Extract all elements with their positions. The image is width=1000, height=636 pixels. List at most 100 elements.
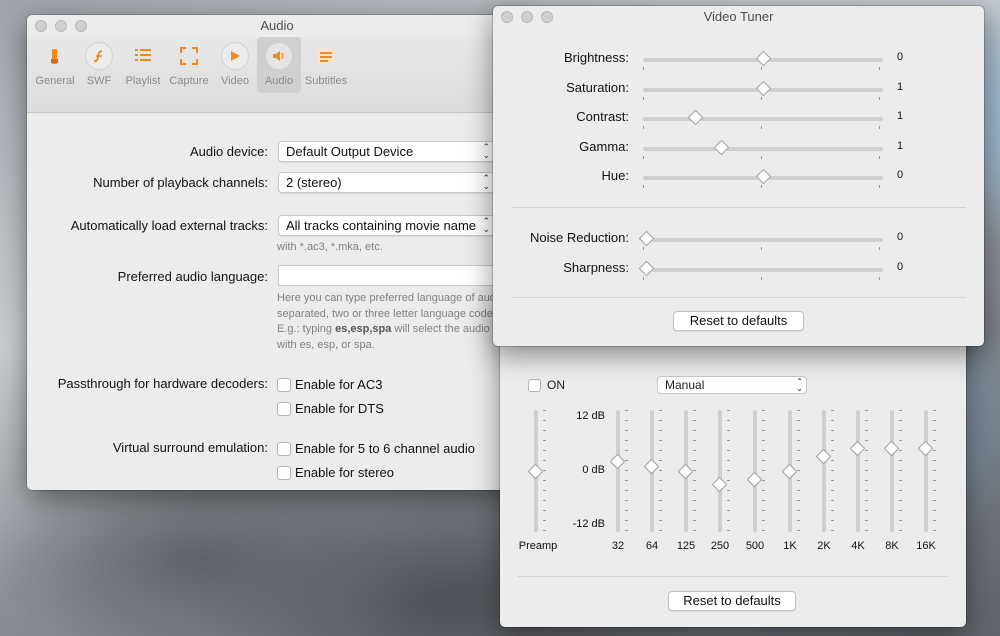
- slider-knob[interactable]: [687, 109, 704, 126]
- tick-mark: [831, 500, 834, 501]
- tick-mark: [831, 440, 834, 441]
- slider-knob[interactable]: [711, 476, 728, 492]
- band-250-slider[interactable]: [711, 410, 728, 532]
- contrast-slider[interactable]: [643, 109, 883, 126]
- band-500-slider[interactable]: [746, 410, 763, 532]
- slider-knob[interactable]: [638, 230, 655, 247]
- video-tuner-titlebar[interactable]: Video Tuner: [493, 6, 984, 28]
- preamp-slider[interactable]: [527, 410, 544, 532]
- tick-mark: [899, 510, 902, 511]
- tab-playlist[interactable]: Playlist: [121, 37, 165, 93]
- slider-knob[interactable]: [713, 139, 730, 155]
- slider-knob[interactable]: [883, 440, 900, 457]
- channels-select[interactable]: 2 (stereo) ⌃ ⌄: [278, 172, 495, 193]
- zoom-button[interactable]: [541, 11, 553, 23]
- slider-knob[interactable]: [849, 440, 866, 457]
- tick-mark: [933, 530, 936, 531]
- audio-window-titlebar[interactable]: Audio: [27, 15, 527, 37]
- band-frequency-label: 16K: [916, 540, 936, 552]
- hint-example: es,esp,spa: [335, 323, 392, 335]
- preferred-language-input[interactable]: [278, 265, 508, 286]
- minimize-button[interactable]: [55, 20, 67, 32]
- hue-slider[interactable]: [643, 168, 883, 185]
- tick-mark: [899, 450, 902, 451]
- equalizer-preset-select[interactable]: Manual ⌃ ⌄: [657, 376, 807, 394]
- external-tracks-label: Automatically load external tracks:: [70, 218, 268, 233]
- tick-mark: [693, 520, 696, 521]
- slider-knob[interactable]: [609, 453, 626, 470]
- tick-mark: [693, 420, 696, 421]
- tick-mark: [659, 500, 662, 501]
- checkbox-box[interactable]: [528, 378, 541, 392]
- saturation-slider[interactable]: [643, 80, 883, 96]
- zoom-button[interactable]: [75, 20, 87, 32]
- checkbox-box[interactable]: [277, 401, 291, 416]
- noise-reduction-slider[interactable]: [638, 230, 883, 247]
- tab-label: Audio: [264, 75, 294, 87]
- audio-device-select[interactable]: Default Output Device ⌃ ⌄: [278, 141, 495, 162]
- tick-mark: [831, 450, 834, 451]
- tab-swf[interactable]: SWF: [77, 37, 121, 93]
- slider-knob[interactable]: [527, 463, 544, 480]
- slider-knob[interactable]: [638, 260, 655, 276]
- tick-mark: [727, 430, 730, 431]
- slider-knob[interactable]: [643, 458, 660, 475]
- slider-knob[interactable]: [746, 471, 763, 487]
- tick-mark: [543, 510, 546, 511]
- slider-knob[interactable]: [815, 448, 832, 465]
- enable-ac3-checkbox[interactable]: Enable for AC3: [277, 377, 382, 392]
- band-1k-slider[interactable]: [781, 410, 798, 532]
- enable-5-6-channel-checkbox[interactable]: Enable for 5 to 6 channel audio: [277, 441, 475, 456]
- equalizer-on-checkbox[interactable]: ON: [528, 378, 565, 392]
- close-button[interactable]: [501, 11, 513, 23]
- external-tracks-select[interactable]: All tracks containing movie name ⌃ ⌄: [278, 215, 495, 236]
- band-frequency-label: 125: [676, 540, 696, 552]
- tick-mark: [762, 510, 765, 511]
- band-8k-slider[interactable]: [883, 410, 900, 532]
- enable-dts-checkbox[interactable]: Enable for DTS: [277, 401, 384, 416]
- audio-device-value: Default Output Device: [286, 144, 414, 159]
- tick-mark: [659, 470, 662, 471]
- band-32-slider[interactable]: [609, 410, 626, 532]
- enable-stereo-checkbox[interactable]: Enable for stereo: [277, 465, 394, 480]
- external-tracks-hint: with *.ac3, *.mka, etc.: [277, 241, 383, 253]
- slider-label: Brightness:: [563, 50, 629, 65]
- slider-knob[interactable]: [781, 463, 798, 480]
- brightness-slider[interactable]: [643, 50, 883, 67]
- slider-knob[interactable]: [755, 50, 772, 67]
- chevron-updown-icon: ⌃ ⌄: [796, 377, 803, 393]
- sharpness-slider[interactable]: [638, 260, 883, 276]
- band-125-slider[interactable]: [677, 410, 694, 532]
- band-16k-slider[interactable]: [917, 410, 934, 532]
- band-4k-slider[interactable]: [849, 410, 866, 532]
- equalizer-reset-button[interactable]: Reset to defaults: [668, 591, 796, 611]
- slider-knob[interactable]: [755, 168, 772, 185]
- tick-mark: [727, 480, 730, 481]
- checkbox-box[interactable]: [277, 465, 291, 480]
- video-tuner-reset-button[interactable]: Reset to defaults: [673, 311, 804, 331]
- tick-mark: [831, 480, 834, 481]
- slider-knob[interactable]: [755, 80, 772, 96]
- tab-general[interactable]: General: [33, 37, 77, 93]
- tick-mark: [727, 460, 730, 461]
- tick-mark: [543, 450, 546, 451]
- checkbox-box[interactable]: [277, 441, 291, 456]
- checkbox-box[interactable]: [277, 377, 291, 392]
- slider-knob[interactable]: [677, 463, 694, 480]
- tick-mark: [865, 510, 868, 511]
- slider-knob[interactable]: [917, 440, 934, 457]
- tab-audio[interactable]: Audio: [257, 37, 301, 93]
- close-button[interactable]: [35, 20, 47, 32]
- tab-label: Video: [221, 75, 249, 87]
- band-2k-slider[interactable]: [815, 410, 832, 532]
- minimize-button[interactable]: [521, 11, 533, 23]
- gamma-slider[interactable]: [643, 139, 883, 155]
- tab-subtitles[interactable]: Subtitles: [301, 37, 351, 93]
- tick-mark: [659, 520, 662, 521]
- band-64-slider[interactable]: [643, 410, 660, 532]
- slider-label: Noise Reduction:: [530, 230, 629, 245]
- tab-video[interactable]: Video: [213, 37, 257, 93]
- tick-mark: [643, 126, 644, 129]
- tab-capture[interactable]: Capture: [165, 37, 213, 93]
- tick-mark: [933, 500, 936, 501]
